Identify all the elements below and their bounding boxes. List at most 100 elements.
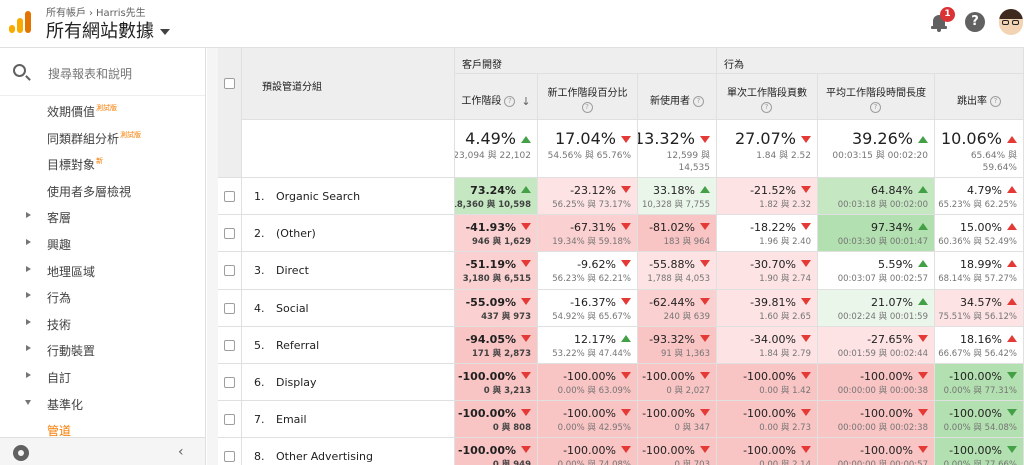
sidebar-item-1[interactable]: 同類群組分析測試版 — [0, 123, 205, 150]
column-header-label[interactable]: 新使用者? — [638, 92, 716, 107]
metric-comparison: 240 與 639 — [663, 311, 710, 322]
arrow-down-icon — [700, 372, 710, 379]
column-header-label[interactable]: 平均工作階段時間長度 — [818, 84, 934, 99]
sidebar-item-10[interactable]: 自訂 — [0, 362, 205, 389]
nav-list: 效期價值測試版同類群組分析測試版目標對象新 使用者多層檢視 客層興趣地理區域行為技術… — [0, 96, 205, 442]
row-checkbox[interactable] — [224, 414, 235, 426]
help-circle-icon[interactable]: ? — [761, 102, 772, 113]
help-circle-icon[interactable]: ? — [693, 95, 704, 107]
select-all-checkbox[interactable] — [224, 78, 235, 89]
sidebar-item-text: 興趣 — [47, 237, 72, 252]
totals-value: 10.06% — [941, 129, 1017, 148]
channel-name[interactable]: Organic Search — [276, 190, 360, 203]
row-label[interactable]: 5. Referral — [254, 339, 319, 352]
sidebar-item-2[interactable]: 目標對象新 — [0, 149, 205, 176]
help-circle-icon[interactable]: ? — [870, 102, 881, 113]
metric-cell: 15.00% 60.36% 與 52.49% — [935, 215, 1024, 253]
row-label[interactable]: 6. Display — [254, 376, 317, 389]
metric-comparison: 0.00% 與 74.08% — [558, 458, 631, 465]
metric-change: -55.88% — [649, 258, 710, 271]
row-label[interactable]: 4. Social — [254, 302, 309, 315]
metric-change: -16.37% — [570, 296, 631, 309]
arrow-down-icon — [801, 409, 811, 417]
sidebar-item-11[interactable]: 基準化 — [0, 389, 205, 416]
sidebar-item-label: 技術 — [47, 316, 71, 333]
row-label[interactable]: 1. Organic Search — [254, 190, 360, 203]
metric-cell: -23.12% 56.25% 與 73.17% — [538, 178, 638, 216]
row-checkbox[interactable] — [224, 451, 235, 463]
metric-cell: -51.19% 3,180 與 6,515 — [455, 252, 538, 290]
row-label[interactable]: 7. Email — [254, 413, 307, 426]
user-avatar[interactable] — [999, 9, 1023, 35]
column-header-label[interactable]: 跳出率? — [935, 92, 1023, 107]
metric-cell: -93.32% 91 與 1,363 — [638, 326, 717, 364]
arrow-up-icon — [918, 136, 928, 143]
metric-change: -100.00% — [458, 370, 531, 383]
row-checkbox[interactable] — [224, 265, 235, 277]
sidebar-item-label: 同類群組分析測試版 — [47, 130, 141, 147]
sidebar-item-label: 地理區域 — [47, 263, 95, 280]
sidebar-item-4[interactable]: 客層 — [0, 202, 205, 229]
metric-cell: -27.65% 00:01:59 與 00:02:44 — [818, 326, 935, 364]
help-circle-icon[interactable]: ? — [990, 95, 1001, 107]
help-circle-icon[interactable]: ? — [504, 95, 516, 107]
help-icon[interactable]: ? — [965, 12, 985, 32]
sidebar-item-5[interactable]: 興趣 — [0, 229, 205, 256]
analytics-logo-icon[interactable] — [9, 11, 31, 33]
search-placeholder[interactable]: 搜尋報表和說明 — [48, 65, 132, 82]
metric-change-text: -100.00% — [457, 370, 516, 383]
channel-name[interactable]: (Other) — [276, 227, 316, 240]
totals-value-text: 27.07% — [734, 129, 796, 148]
channel-name[interactable]: Direct — [276, 264, 309, 277]
channel-name[interactable]: Display — [276, 376, 317, 389]
column-header-label[interactable]: 新工作階段百分比 — [538, 84, 637, 99]
row-label[interactable]: 8. Other Advertising — [254, 450, 373, 463]
gear-icon[interactable] — [13, 445, 29, 461]
arrow-down-icon — [700, 446, 710, 454]
report-search[interactable]: 搜尋報表和說明 — [0, 48, 205, 96]
row-checkbox[interactable] — [224, 191, 235, 202]
column-header-label[interactable]: 單次工作階段頁數 — [717, 84, 817, 99]
channel-name[interactable]: Other Advertising — [276, 450, 373, 463]
metric-change: -94.05% — [466, 333, 531, 346]
row-label[interactable]: 2. (Other) — [254, 227, 316, 240]
metric-comparison: 0 與 703 — [674, 458, 710, 465]
column-header-label[interactable]: 工作階段? ↓ — [455, 92, 537, 108]
arrow-down-icon — [521, 223, 531, 231]
row-index: 4. — [254, 301, 265, 315]
sidebar-item-0[interactable]: 效期價值測試版 — [0, 96, 205, 123]
sidebar-item-text: 同類群組分析 — [47, 131, 120, 146]
arrow-up-icon — [1007, 334, 1017, 342]
sidebar-item-3[interactable]: 使用者多層檢視 — [0, 176, 205, 203]
collapse-sidebar-icon[interactable]: ‹ — [178, 444, 184, 460]
table-row: 5. Referral — [242, 326, 455, 364]
row-checkbox[interactable] — [224, 377, 235, 388]
metric-change-text: -18.22% — [750, 221, 796, 235]
view-selector[interactable]: 所有網站數據 — [46, 17, 170, 43]
channel-name[interactable]: Referral — [276, 339, 319, 352]
sidebar-item-9[interactable]: 行動裝置 — [0, 335, 205, 362]
arrow-down-icon — [801, 372, 811, 379]
metric-change: 15.00% — [960, 221, 1017, 234]
row-checkbox[interactable] — [224, 302, 235, 314]
sidebar-item-8[interactable]: 技術 — [0, 309, 205, 336]
totals-value-text: 13.32% — [638, 129, 695, 148]
metric-change: 5.59% — [878, 258, 928, 271]
sort-descending-icon[interactable]: ↓ — [521, 95, 530, 108]
row-label[interactable]: 3. Direct — [254, 264, 309, 277]
help-circle-icon[interactable]: ? — [581, 102, 593, 113]
row-checkbox[interactable] — [224, 339, 235, 351]
dimension-header-label[interactable]: 預設管道分組 — [262, 78, 454, 93]
row-checkbox[interactable] — [224, 228, 235, 240]
metric-comparison: 18,360 與 10,598 — [455, 200, 531, 210]
metric-change: -100.00% — [949, 407, 1017, 420]
metric-cell: -100.00% 0 與 3,213 — [455, 364, 538, 402]
metric-cell: 21.07% 00:02:24 與 00:01:59 — [818, 289, 935, 327]
channel-name[interactable]: Social — [276, 302, 309, 315]
totals-comparison: 23,094 與 22,102 — [455, 151, 531, 161]
sidebar-item-6[interactable]: 地理區域 — [0, 256, 205, 283]
totals-value-text: 39.26% — [851, 129, 913, 148]
metric-change-text: -23.12% — [570, 184, 616, 197]
sidebar-item-7[interactable]: 行為 — [0, 282, 205, 309]
channel-name[interactable]: Email — [276, 413, 307, 426]
